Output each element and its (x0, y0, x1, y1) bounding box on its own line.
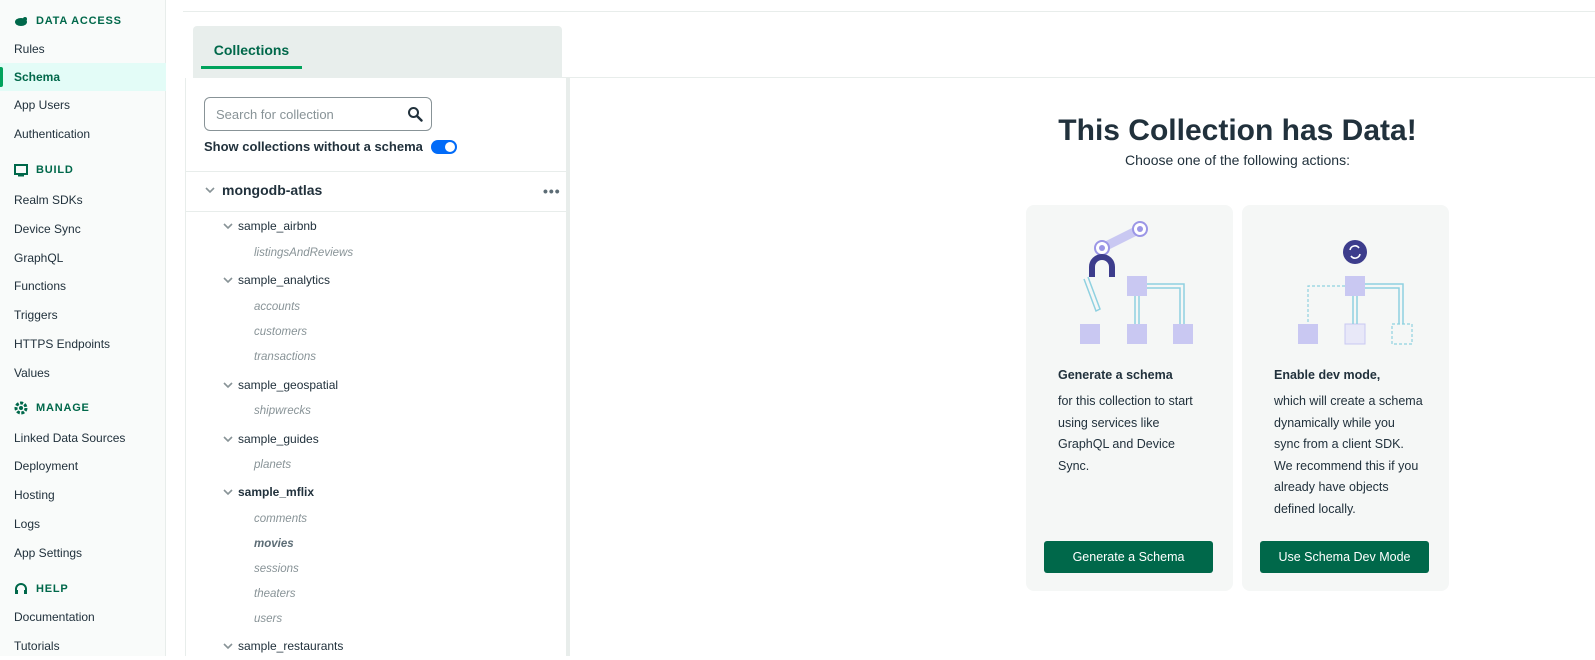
chevron-down-icon (223, 489, 233, 496)
group-name: sample_mflix (238, 485, 315, 499)
collection-item[interactable]: users (254, 613, 282, 625)
dev-mode-illustration (1298, 240, 1413, 345)
sidebar-item-rules[interactable]: Rules (0, 35, 166, 63)
sidebar: DATA ACCESS Rules Schema App Users Authe… (0, 0, 166, 656)
group-name: sample_restaurants (238, 639, 344, 653)
page-subtitle: Choose one of the following actions: (1125, 152, 1350, 168)
chevron-down-icon (223, 223, 233, 230)
more-options-icon[interactable]: ••• (543, 183, 561, 199)
collection-item[interactable]: transactions (254, 351, 316, 363)
tree-group[interactable]: sample_guides (222, 432, 319, 446)
headset-icon (15, 583, 27, 594)
generate-schema-button[interactable]: Generate a Schema (1044, 541, 1213, 573)
chevron-down-icon (223, 643, 233, 650)
sidebar-item-app-settings[interactable]: App Settings (0, 539, 166, 567)
section-title: BUILD (36, 164, 74, 176)
sidebar-item-values[interactable]: Values (0, 359, 166, 387)
page-title: This Collection has Data! (1058, 114, 1417, 147)
section-manage: MANAGE (14, 401, 90, 415)
sidebar-item-schema[interactable]: Schema (0, 63, 166, 91)
tree-group[interactable]: sample_geospatial (222, 378, 338, 392)
search-icon[interactable] (407, 106, 423, 122)
sidebar-item-logs[interactable]: Logs (0, 510, 166, 538)
collection-item[interactable]: customers (254, 326, 307, 338)
leaf-icon (15, 17, 27, 26)
robot-arm-illustration (1080, 221, 1193, 344)
sidebar-item-hosting[interactable]: Hosting (0, 481, 166, 509)
chevron-down-icon (223, 277, 233, 284)
group-name: sample_guides (238, 432, 319, 446)
sidebar-item-linked-data-sources[interactable]: Linked Data Sources (0, 424, 166, 452)
section-data-access: DATA ACCESS (14, 14, 122, 28)
panel-divider (185, 171, 566, 172)
tree-group[interactable]: sample_airbnb (222, 219, 317, 233)
tree-divider (185, 211, 566, 212)
tree-db-row[interactable]: mongodb-atlas (204, 182, 322, 198)
sidebar-item-functions[interactable]: Functions (0, 272, 166, 300)
section-build: BUILD (14, 163, 74, 177)
toggle-label: Show collections without a schema (204, 139, 423, 154)
search-box (204, 97, 432, 131)
collection-item[interactable]: accounts (254, 301, 300, 313)
sidebar-item-documentation[interactable]: Documentation (0, 603, 166, 631)
section-title: HELP (36, 583, 69, 595)
section-title: DATA ACCESS (36, 15, 122, 27)
group-name: sample_airbnb (238, 219, 317, 233)
section-help: HELP (14, 582, 69, 596)
collection-item[interactable]: comments (254, 513, 307, 525)
build-icon (14, 164, 28, 177)
sidebar-item-deployment[interactable]: Deployment (0, 452, 166, 480)
search-input[interactable] (216, 98, 406, 130)
collection-item-selected[interactable]: movies (254, 538, 294, 550)
sidebar-item-https-endpoints[interactable]: HTTPS Endpoints (0, 330, 166, 358)
group-name: sample_geospatial (238, 378, 339, 392)
card-title: Generate a schema (1058, 368, 1173, 382)
db-name: mongodb-atlas (222, 182, 323, 198)
group-name: sample_analytics (238, 273, 331, 287)
tab-divider (562, 77, 1595, 78)
collection-item[interactable]: theaters (254, 588, 296, 600)
top-divider (183, 11, 1595, 12)
collection-item[interactable]: planets (254, 459, 291, 471)
card-description: for this collection to start using servi… (1058, 394, 1193, 473)
chevron-down-icon (223, 382, 233, 389)
sidebar-item-realm-sdks[interactable]: Realm SDKs (0, 186, 166, 214)
tree-group[interactable]: sample_mflix (222, 485, 314, 499)
collection-item[interactable]: listingsAndReviews (254, 247, 353, 259)
sidebar-item-device-sync[interactable]: Device Sync (0, 215, 166, 243)
section-title: MANAGE (36, 402, 90, 414)
card-description: which will create a schema dynamically w… (1274, 394, 1423, 516)
card-title: Enable dev mode, (1274, 368, 1381, 382)
dev-mode-card: Enable dev mode, which will create a sch… (1242, 205, 1449, 591)
schema-toggle[interactable] (430, 139, 457, 154)
collections-panel (185, 78, 570, 656)
generate-schema-card: Generate a schema for this collection to… (1026, 205, 1233, 591)
use-schema-dev-mode-button[interactable]: Use Schema Dev Mode (1260, 541, 1429, 573)
chevron-down-icon (205, 187, 215, 194)
chevron-down-icon (223, 436, 233, 443)
sidebar-item-authentication[interactable]: Authentication (0, 120, 166, 148)
tree-group[interactable]: sample_analytics (222, 273, 330, 287)
schema-toggle-row: Show collections without a schema (204, 139, 457, 154)
sidebar-item-app-users[interactable]: App Users (0, 91, 166, 119)
sidebar-item-triggers[interactable]: Triggers (0, 301, 166, 329)
collection-item[interactable]: shipwrecks (254, 405, 311, 417)
collection-item[interactable]: sessions (254, 563, 299, 575)
tree-group[interactable]: sample_restaurants (222, 639, 343, 653)
sidebar-item-graphql[interactable]: GraphQL (0, 244, 166, 272)
tab-collections[interactable]: Collections (201, 33, 302, 69)
gear-icon (14, 401, 28, 415)
